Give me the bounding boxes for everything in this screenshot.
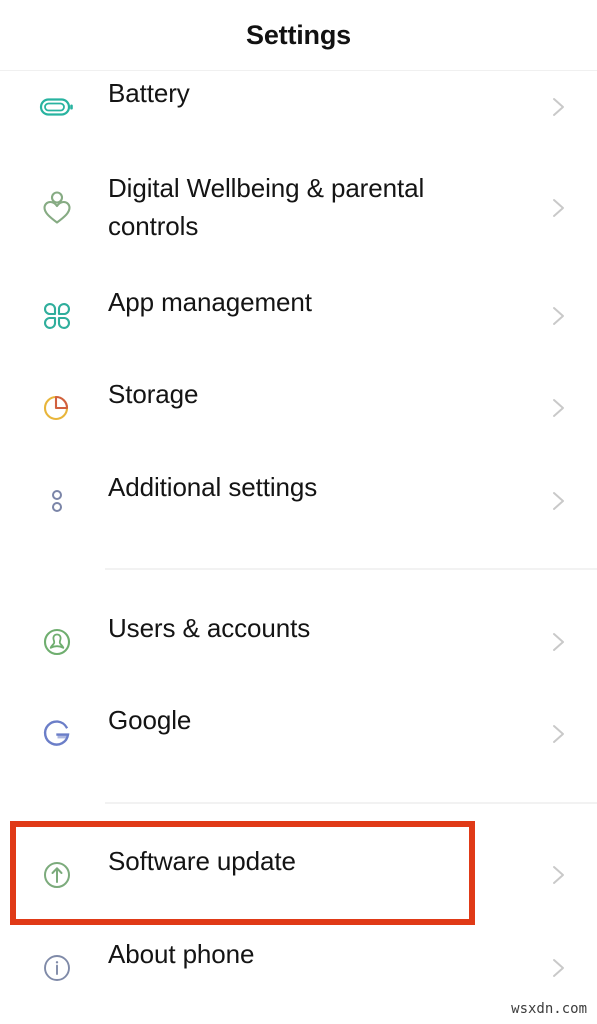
users-accounts-person-icon bbox=[33, 618, 81, 666]
settings-row-additional-settings[interactable]: Additional settings bbox=[0, 472, 597, 528]
chevron-right-icon bbox=[543, 953, 573, 983]
additional-settings-dots-icon bbox=[33, 477, 81, 525]
watermark: wsxdn.com bbox=[511, 1001, 587, 1017]
page-title: Settings bbox=[246, 19, 351, 50]
app-management-grid-icon bbox=[33, 292, 81, 340]
settings-row-label: Additional settings bbox=[108, 472, 318, 502]
chevron-right-icon bbox=[543, 860, 573, 890]
header-bar: Settings bbox=[0, 0, 597, 70]
group-divider-2 bbox=[105, 802, 597, 804]
chevron-right-icon bbox=[543, 719, 573, 749]
google-g-icon bbox=[33, 710, 81, 758]
settings-row-label-line2: controls bbox=[108, 211, 199, 241]
battery-icon bbox=[33, 83, 81, 131]
chevron-right-icon bbox=[543, 393, 573, 423]
settings-row-label: App management bbox=[108, 287, 312, 317]
settings-row-label: Storage bbox=[108, 379, 199, 409]
settings-row-storage[interactable]: Storage bbox=[0, 379, 597, 435]
chevron-right-icon bbox=[543, 627, 573, 657]
settings-row-label-line1: Digital Wellbeing & parental bbox=[108, 173, 425, 203]
settings-row-about-phone[interactable]: About phone bbox=[0, 939, 597, 995]
settings-row-label: Google bbox=[108, 705, 192, 735]
settings-row-app-management[interactable]: App management bbox=[0, 287, 597, 343]
chevron-right-icon bbox=[543, 193, 573, 223]
group-divider-1 bbox=[105, 568, 597, 570]
settings-row-digital-wellbeing[interactable]: Digital Wellbeing & parental controls bbox=[0, 171, 597, 245]
settings-row-label: Digital Wellbeing & parental controls bbox=[108, 169, 528, 245]
settings-row-software-update[interactable]: Software update bbox=[0, 846, 597, 902]
settings-row-label: Battery bbox=[108, 78, 190, 108]
settings-row-label: About phone bbox=[108, 939, 255, 969]
settings-row-label: Users & accounts bbox=[108, 613, 311, 643]
chevron-right-icon bbox=[543, 486, 573, 516]
settings-row-google[interactable]: Google bbox=[0, 705, 597, 761]
chevron-right-icon bbox=[543, 301, 573, 331]
chevron-right-icon bbox=[543, 92, 573, 122]
settings-row-battery[interactable]: Battery bbox=[0, 78, 597, 134]
settings-row-label: Software update bbox=[108, 846, 296, 876]
settings-row-users-accounts[interactable]: Users & accounts bbox=[0, 613, 597, 669]
about-phone-info-icon bbox=[33, 944, 81, 992]
storage-pie-icon bbox=[33, 384, 81, 432]
software-update-arrow-icon bbox=[33, 851, 81, 899]
settings-screen: Settings Battery Digital Wellbeing & par… bbox=[0, 0, 597, 1024]
header-divider bbox=[0, 70, 597, 71]
wellbeing-person-heart-icon bbox=[33, 184, 81, 232]
